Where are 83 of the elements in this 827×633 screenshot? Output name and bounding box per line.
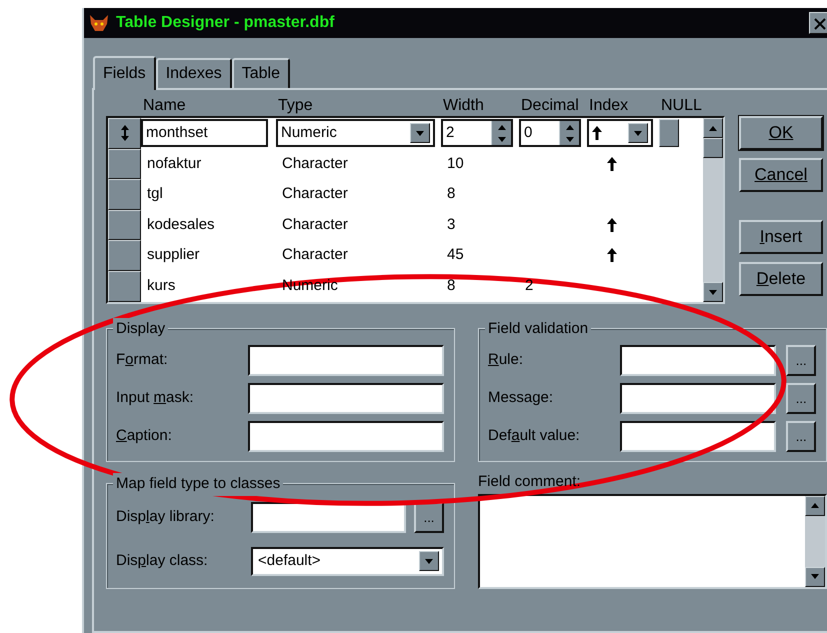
tab[interactable]: Fields [93, 56, 156, 90]
down-arrow-icon [566, 136, 574, 142]
down-arrow-icon [498, 136, 506, 142]
row-selector[interactable] [108, 148, 141, 180]
table-cell-text: Character [281, 184, 349, 204]
index-dropdown[interactable] [587, 119, 653, 148]
text-field[interactable] [248, 382, 444, 414]
table-cell-text: 8 [446, 276, 456, 296]
fox-head-icon [88, 13, 110, 33]
scrollbar[interactable] [805, 496, 825, 586]
down-arrow-icon [416, 130, 424, 136]
table-cell-text: Character [281, 154, 349, 174]
scroll-down-button[interactable] [703, 282, 723, 302]
column-header: Decimal [520, 96, 580, 116]
table-cell-text: 8 [446, 184, 456, 204]
table-cell-text: nofaktur [146, 154, 202, 174]
table-cell-text: 10 [446, 154, 465, 174]
down-arrow-icon [709, 290, 717, 294]
row-selector[interactable] [108, 240, 141, 271]
field-label: Default value: [488, 426, 581, 446]
comment-field[interactable] [478, 494, 827, 588]
table-cell-text: tgl [146, 184, 164, 204]
decimal-spinner[interactable]: 0 [519, 119, 581, 148]
column-header: Type [277, 96, 314, 116]
browse-button[interactable]: ... [786, 420, 816, 452]
field-label: Rule: [488, 350, 524, 370]
up-arrow-icon [709, 126, 717, 130]
insert-button[interactable]: Insert [739, 220, 823, 254]
field-label: Format: [116, 350, 169, 370]
up-arrow-icon [498, 124, 506, 130]
type-dropdown[interactable]: Numeric [276, 119, 435, 148]
row-selector[interactable] [108, 210, 141, 240]
field-label: Message: [488, 388, 554, 408]
table-cell-text: kodesales [146, 214, 216, 235]
name-input[interactable]: monthset [141, 119, 268, 148]
field-label: Field comment: [478, 472, 582, 492]
table-cell-text: 45 [446, 245, 465, 266]
table-cell-text: kurs [146, 276, 176, 296]
delete-button[interactable]: Delete [739, 262, 823, 296]
row-selector[interactable] [108, 179, 141, 210]
row-selector[interactable] [108, 118, 141, 149]
table-cell-text: 3 [446, 214, 456, 235]
browse-button[interactable]: ... [786, 344, 816, 376]
width-spinner[interactable]: 2 [441, 119, 513, 148]
field-label: Input mask: [116, 388, 195, 408]
column-header: NULL [660, 96, 699, 116]
text-field[interactable] [620, 344, 776, 376]
window-title: Table Designer - pmaster.dbf [116, 13, 334, 33]
text-field[interactable] [620, 382, 776, 414]
field-label: Display library: [116, 506, 216, 527]
column-header: Width [442, 96, 485, 116]
text-field[interactable] [248, 344, 444, 376]
scroll-thumb[interactable] [703, 138, 723, 158]
scroll-down-button[interactable] [805, 566, 825, 586]
scroll-up-button[interactable] [805, 496, 825, 516]
field-label: Display class: [116, 550, 209, 571]
browse-button[interactable]: ... [414, 502, 444, 532]
group-title: Map field type to classes [113, 473, 284, 496]
up-arrow-icon [811, 503, 819, 508]
column-header: Index [588, 96, 630, 116]
text-field[interactable] [620, 420, 776, 452]
resize-arrow-icon [120, 125, 130, 142]
tab[interactable]: Table [232, 58, 290, 88]
field-label: Caption: [116, 426, 173, 446]
down-arrow-icon [634, 130, 642, 136]
scroll-up-button[interactable] [703, 118, 723, 138]
table-cell-text: supplier [146, 245, 201, 266]
row-selector[interactable] [108, 270, 141, 302]
cancel-button[interactable]: Cancel [739, 158, 823, 192]
ok-button[interactable]: OK [739, 116, 823, 150]
text-field[interactable] [248, 420, 444, 452]
browse-button[interactable]: ... [786, 382, 816, 414]
close-button[interactable] [809, 12, 827, 34]
tab[interactable]: Indexes [156, 58, 232, 88]
scrollbar[interactable] [703, 118, 723, 302]
null-toggle[interactable] [659, 119, 679, 148]
class-dropdown[interactable]: <default> [251, 546, 444, 576]
down-arrow-icon [425, 558, 433, 564]
up-arrow-icon [566, 124, 574, 130]
column-header: Name [142, 96, 187, 116]
table-cell-text: Character [281, 214, 349, 235]
table-cell-text: Character [281, 245, 349, 266]
down-arrow-icon [811, 574, 819, 579]
